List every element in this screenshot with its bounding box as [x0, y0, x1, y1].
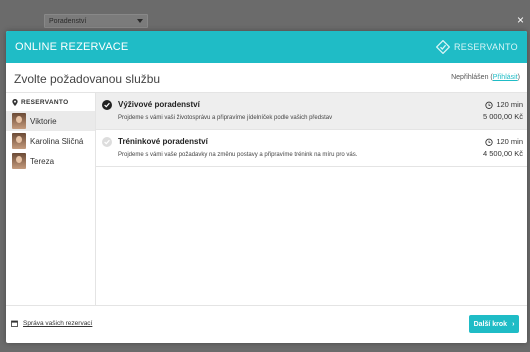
service-duration: 120 min: [485, 100, 523, 109]
modal-header: ONLINE REZERVACE RESERVANTO: [6, 31, 527, 63]
unselected-check-icon: [102, 137, 112, 147]
staff-sidebar: RESERVANTO Viktorie Karolina Sličná Tere…: [6, 93, 96, 305]
staff-name: Viktorie: [30, 116, 57, 126]
service-description: Projdeme s vámi vaši životosprávu a přip…: [118, 115, 333, 121]
chevron-down-icon: [137, 19, 143, 23]
service-duration: 120 min: [485, 137, 523, 146]
service-name: Výživové poradenství: [118, 100, 200, 109]
service-item-training[interactable]: Tréninkové poradenství Projdeme s vámi v…: [96, 130, 527, 167]
next-step-button[interactable]: Další krok ›: [469, 315, 519, 333]
staff-name: Tereza: [30, 156, 55, 166]
avatar: [12, 133, 26, 149]
clock-icon: [485, 138, 493, 146]
brand-logo: RESERVANTO: [435, 38, 518, 56]
reservation-modal: ONLINE REZERVACE RESERVANTO Zvolte požad…: [6, 31, 527, 343]
background-select-value: Poradenství: [49, 18, 87, 25]
calendar-icon: [11, 320, 18, 327]
staff-item-tereza[interactable]: Tereza: [6, 151, 95, 171]
duration-text: 120 min: [496, 137, 523, 146]
reservanto-logo-icon: [435, 40, 450, 54]
avatar: [12, 113, 26, 129]
sidebar-heading-label: RESERVANTO: [21, 98, 69, 106]
modal-title: ONLINE REZERVACE: [15, 41, 129, 53]
location-pin-icon: [12, 98, 18, 106]
sidebar-heading: RESERVANTO: [6, 93, 95, 111]
background-category-select: Poradenství: [44, 14, 148, 28]
page-title: Zvolte požadovanou službu: [14, 72, 161, 86]
service-list: Výživové poradenství Projdeme s vámi vaš…: [96, 93, 527, 305]
clock-icon: [485, 101, 493, 109]
login-link[interactable]: Přihlásit: [493, 74, 518, 81]
step-header: Zvolte požadovanou službu Nepřihlášen (P…: [6, 63, 527, 93]
duration-text: 120 min: [496, 100, 523, 109]
close-icon[interactable]: ×: [517, 14, 524, 26]
service-item-nutrition[interactable]: Výživové poradenství Projdeme s vámi vaš…: [96, 93, 527, 130]
selected-check-icon: [102, 100, 112, 110]
service-name: Tréninkové poradenství: [118, 137, 208, 146]
staff-name: Karolina Sličná: [30, 136, 84, 146]
avatar: [12, 153, 26, 169]
modal-footer: Správa vašich rezervací Další krok ›: [6, 305, 527, 343]
service-description: Projdeme s vámi vaše požadavky na změnu …: [118, 152, 358, 158]
manage-reservations-label: Správa vašich rezervací: [23, 320, 93, 327]
chevron-right-icon: ›: [512, 320, 515, 328]
modal-body: RESERVANTO Viktorie Karolina Sličná Tere…: [6, 93, 527, 305]
service-price: 4 500,00 Kč: [482, 149, 523, 158]
service-price: 5 000,00 Kč: [482, 112, 523, 121]
next-step-label: Další krok: [473, 320, 508, 328]
staff-item-viktorie[interactable]: Viktorie: [6, 111, 95, 131]
manage-reservations-link[interactable]: Správa vašich rezervací: [11, 320, 92, 327]
login-status: Nepřihlášen (Přihlásit): [451, 74, 520, 81]
staff-item-karolina[interactable]: Karolina Sličná: [6, 131, 95, 151]
brand-name: RESERVANTO: [453, 42, 518, 52]
login-status-text: Nepřihlášen: [451, 74, 489, 81]
